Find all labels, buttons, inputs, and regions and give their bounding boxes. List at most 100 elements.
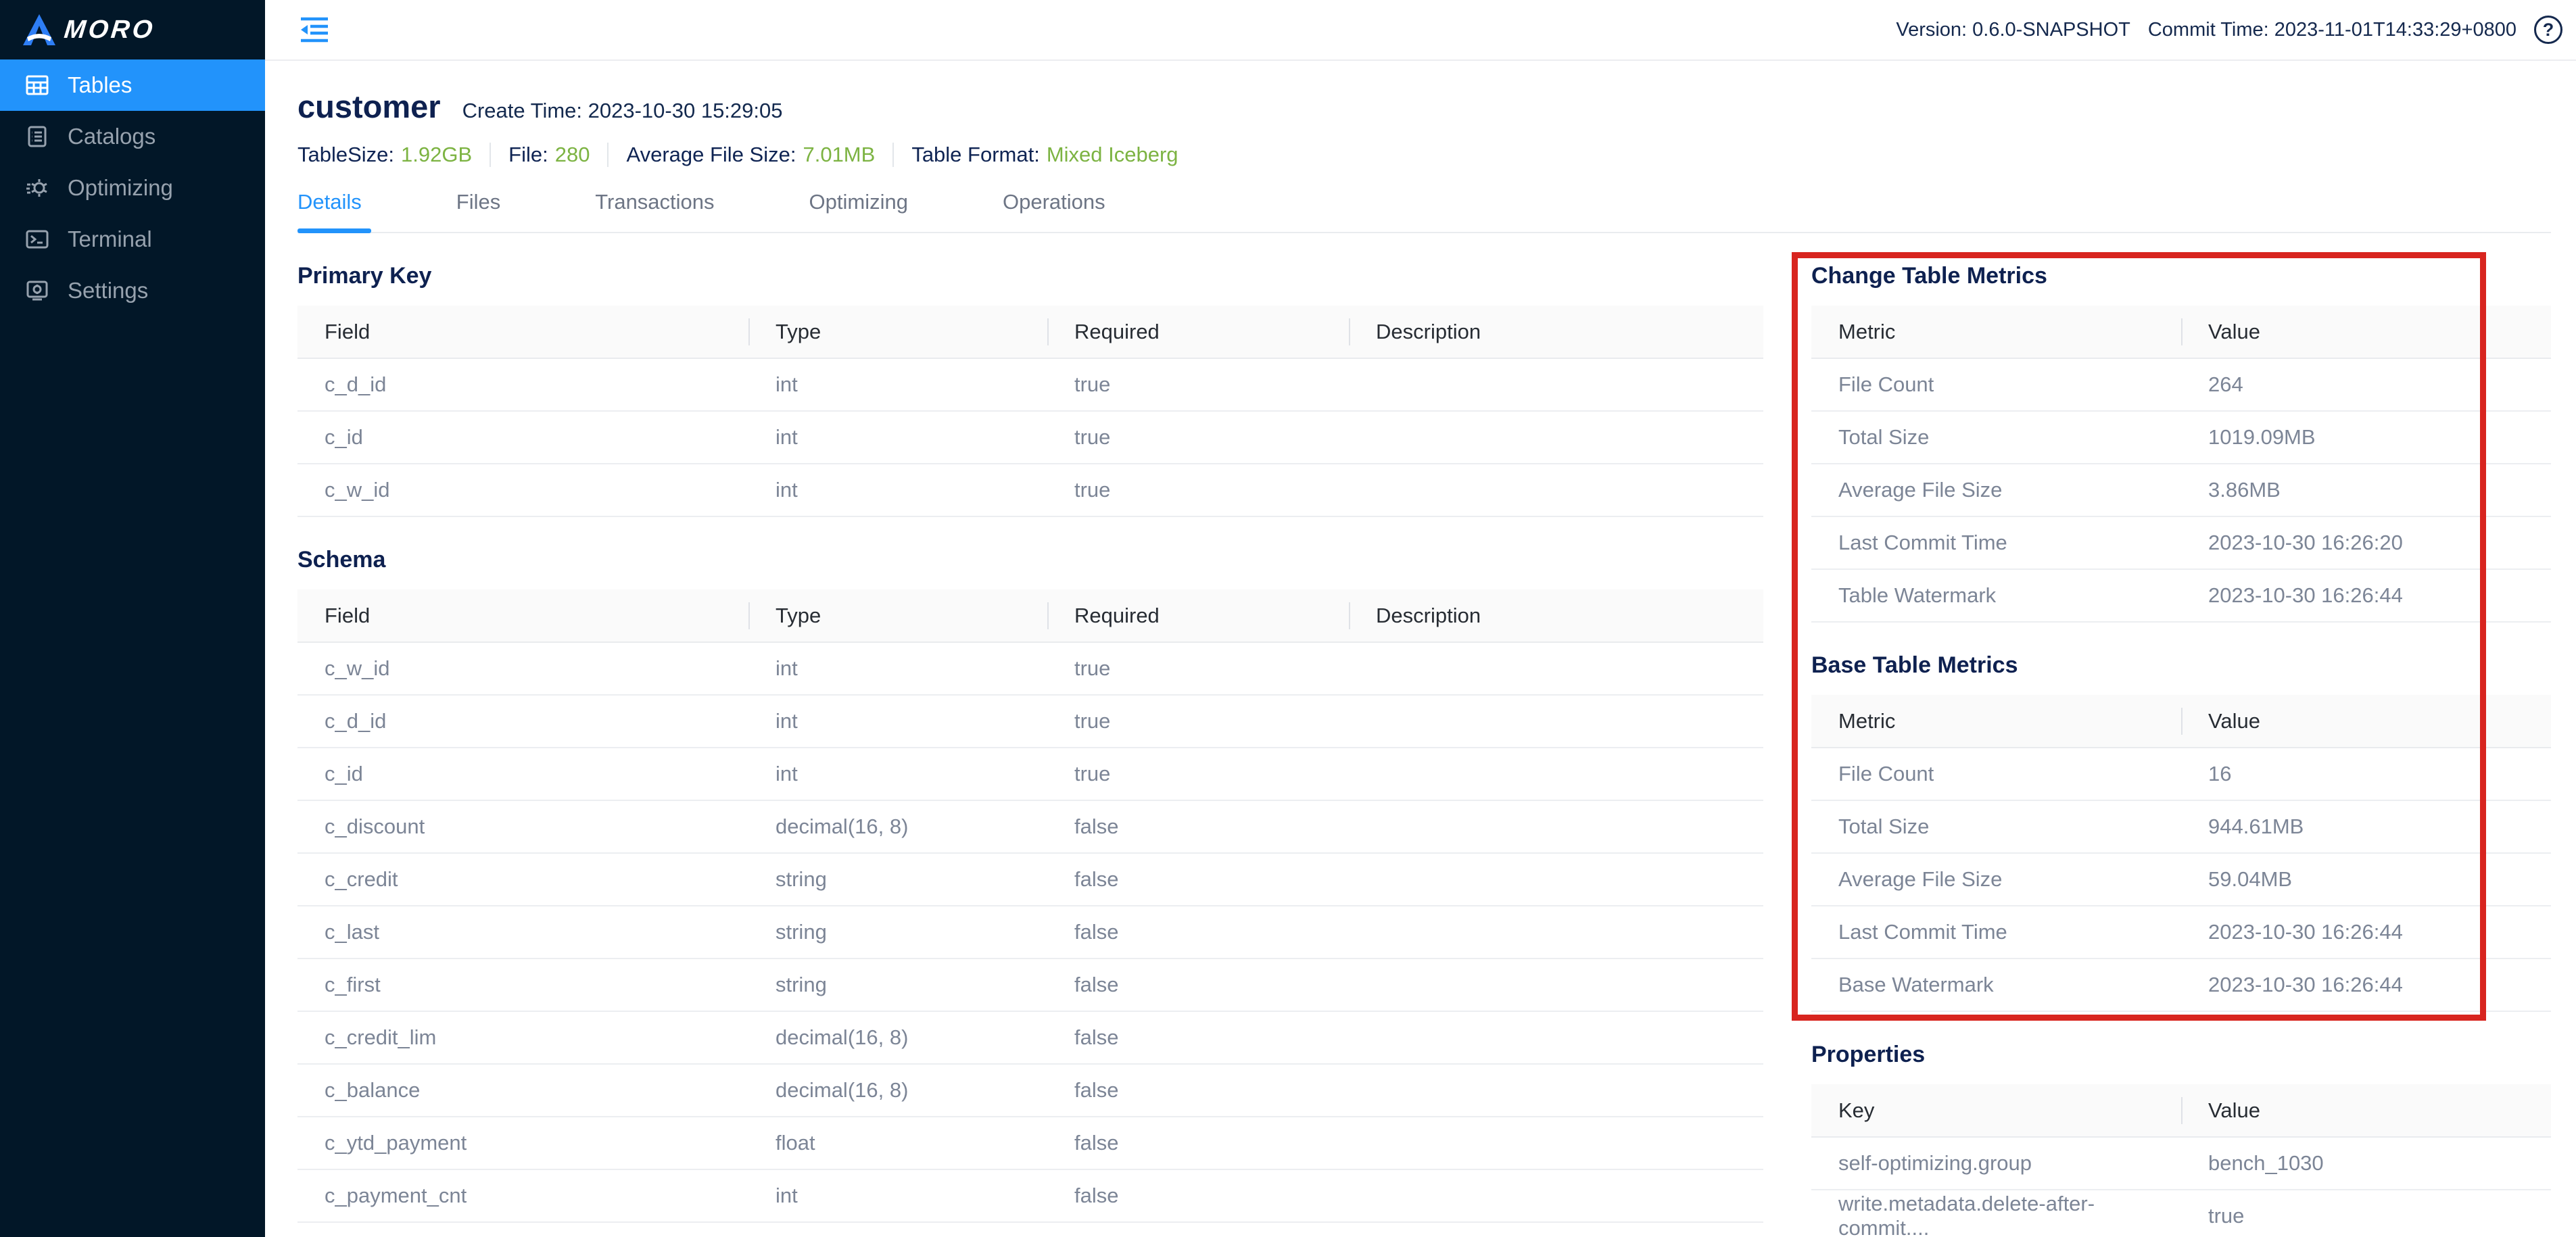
table-row: c_w_idinttrue <box>297 642 1763 695</box>
menu-fold-icon[interactable] <box>300 16 329 43</box>
sidebar-item-tables[interactable]: Tables <box>0 59 265 111</box>
table-header-row: MetricValue <box>1811 306 2551 358</box>
table-row: c_d_idinttrue <box>297 358 1763 411</box>
column-header: Type <box>748 306 1047 358</box>
table-cell: c_w_id <box>297 642 748 695</box>
settings-monitor-icon <box>26 279 49 302</box>
table-cell: int <box>748 358 1047 411</box>
table-row: Total Size1019.09MB <box>1811 411 2551 464</box>
table-cell: float <box>748 1117 1047 1169</box>
title-row: customer Create Time: 2023-10-30 15:29:0… <box>297 61 2551 125</box>
tab-optimizing[interactable]: Optimizing <box>800 190 917 232</box>
sidebar-item-optimizing[interactable]: Optimizing <box>0 162 265 214</box>
detail-tabs: Details Files Transactions Optimizing Op… <box>297 190 2551 233</box>
tab-transactions[interactable]: Transactions <box>586 190 723 232</box>
tab-details[interactable]: Details <box>297 190 371 232</box>
table-cell <box>1349 1011 1763 1064</box>
divider <box>607 143 609 167</box>
table-row: Total Size944.61MB <box>1811 800 2551 853</box>
table-row: c_payment_cntintfalse <box>297 1169 1763 1222</box>
table-row: c_balancedecimal(16, 8)false <box>297 1064 1763 1117</box>
sidebar-item-label: Optimizing <box>68 175 173 201</box>
column-header: Description <box>1349 589 1763 642</box>
schema-table: FieldTypeRequiredDescription c_w_idinttr… <box>297 589 1763 1223</box>
table-cell <box>1349 800 1763 853</box>
base-table-metrics-table: MetricValue File Count16Total Size944.61… <box>1811 695 2551 1012</box>
table-cell: true <box>2181 1190 2551 1237</box>
catalog-list-icon <box>26 125 49 148</box>
table-cell: int <box>748 695 1047 748</box>
table-cell: false <box>1047 959 1349 1011</box>
column-header: Required <box>1047 306 1349 358</box>
table-cell: Average File Size <box>1811 464 2181 516</box>
table-cell: string <box>748 959 1047 1011</box>
table-cell: c_last <box>297 906 748 959</box>
table-row: Average File Size59.04MB <box>1811 853 2551 906</box>
column-header: Required <box>1047 589 1349 642</box>
sidebar-item-label: Settings <box>68 278 148 304</box>
meta-file-count: File: 280 <box>508 143 590 167</box>
sidebar-item-catalogs[interactable]: Catalogs <box>0 111 265 162</box>
table-cell: false <box>1047 853 1349 906</box>
logo-text: MORO <box>63 16 157 45</box>
sidebar-item-terminal[interactable]: Terminal <box>0 214 265 265</box>
tab-files[interactable]: Files <box>447 190 510 232</box>
table-cell: Average File Size <box>1811 853 2181 906</box>
table-cell <box>1349 853 1763 906</box>
meta-average-file-size: Average File Size: 7.01MB <box>626 143 875 167</box>
table-cell <box>1349 464 1763 516</box>
table-header-row: FieldTypeRequiredDescription <box>297 589 1763 642</box>
base-table-metrics-section: Base Table Metrics MetricValue File Coun… <box>1811 652 2551 1012</box>
sidebar-item-settings[interactable]: Settings <box>0 265 265 316</box>
table-row: c_idinttrue <box>297 411 1763 464</box>
table-cell: c_id <box>297 748 748 800</box>
table-cell <box>1349 1169 1763 1222</box>
section-title: Properties <box>1811 1042 2551 1068</box>
left-column: Primary Key FieldTypeRequiredDescription… <box>297 263 1763 1223</box>
sidebar: MORO Tables Catalogs Optimizing <box>0 0 265 1237</box>
table-cell <box>1349 358 1763 411</box>
meta-table-size: TableSize: 1.92GB <box>297 143 472 167</box>
section-title: Base Table Metrics <box>1811 652 2551 679</box>
table-cell: false <box>1047 1064 1349 1117</box>
commit-time-text: Commit Time: 2023-11-01T14:33:29+0800 <box>2148 19 2517 41</box>
column-header: Metric <box>1811 695 2181 748</box>
table-row: File Count16 <box>1811 748 2551 800</box>
tab-operations[interactable]: Operations <box>993 190 1115 232</box>
divider <box>892 143 894 167</box>
properties-section: Properties KeyValue self-optimizing.grou… <box>1811 1042 2551 1237</box>
table-row: Last Commit Time2023-10-30 16:26:20 <box>1811 516 2551 569</box>
section-title: Primary Key <box>297 263 1763 289</box>
table-cell <box>1349 695 1763 748</box>
table-cell: File Count <box>1811 358 2181 411</box>
table-cell: true <box>1047 464 1349 516</box>
table-cell: File Count <box>1811 748 2181 800</box>
table-cell: 2023-10-30 16:26:44 <box>2181 906 2551 959</box>
amoro-logo: MORO <box>0 0 265 59</box>
table-cell: write.metadata.delete-after-commit.... <box>1811 1190 2181 1237</box>
table-cell: 59.04MB <box>2181 853 2551 906</box>
column-header: Type <box>748 589 1047 642</box>
table-row: File Count264 <box>1811 358 2551 411</box>
table-cell: Last Commit Time <box>1811 516 2181 569</box>
table-row: Table Watermark2023-10-30 16:26:44 <box>1811 569 2551 622</box>
table-cell: 3.86MB <box>2181 464 2551 516</box>
table-cell <box>1349 1064 1763 1117</box>
sidebar-item-label: Tables <box>68 72 132 98</box>
section-title: Schema <box>297 547 1763 573</box>
table-cell: c_d_id <box>297 358 748 411</box>
table-cell: 2023-10-30 16:26:44 <box>2181 569 2551 622</box>
table-row: Base Watermark2023-10-30 16:26:44 <box>1811 959 2551 1011</box>
column-header: Metric <box>1811 306 2181 358</box>
question-circle-icon[interactable]: ? <box>2534 16 2562 44</box>
sidebar-nav: Tables Catalogs Optimizing Terminal <box>0 59 265 316</box>
optimizing-gear-icon <box>26 176 49 199</box>
table-cell: Table Watermark <box>1811 569 2181 622</box>
table-cell: Total Size <box>1811 800 2181 853</box>
table-cell: true <box>1047 748 1349 800</box>
create-time-text: Create Time: 2023-10-30 15:29:05 <box>462 99 783 123</box>
table-row: self-optimizing.groupbench_1030 <box>1811 1137 2551 1190</box>
table-cell: c_w_id <box>297 464 748 516</box>
table-cell: int <box>748 1169 1047 1222</box>
app-root: MORO Tables Catalogs Optimizing <box>0 0 2576 1237</box>
